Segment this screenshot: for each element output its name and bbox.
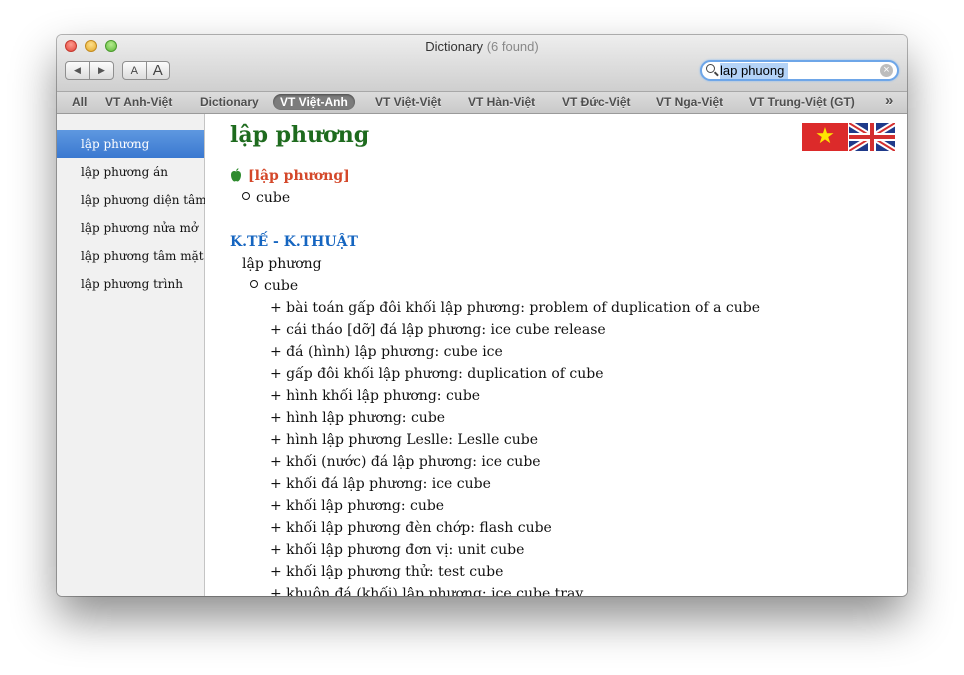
- example-item: + bài toán gấp đôi khối lập phương: prob…: [270, 300, 760, 316]
- sidebar-item-lap-phuong-dien-tam[interactable]: lập phương diện tâm: [57, 186, 207, 214]
- example-item: + gấp đôi khối lập phương: duplication o…: [270, 366, 604, 382]
- example-item: + đá (hình) lập phương: cube ice: [270, 344, 503, 360]
- example-item: + khối (nước) đá lập phương: ice cube: [270, 454, 541, 470]
- sidebar-item-lap-phuong-trinh[interactable]: lập phương trình: [57, 270, 204, 298]
- definition-pane: lập phương ★ [lập phương] cube K.TẾ - K.…: [205, 114, 907, 596]
- tab-vt-viet-anh[interactable]: VT Việt-Anh: [273, 94, 355, 110]
- window-title-app: Dictionary: [425, 39, 484, 54]
- window-title: Dictionary (6 found): [57, 39, 907, 54]
- tab-vt-viet-viet[interactable]: VT Việt-Việt: [375, 94, 441, 110]
- example-item: + hình khối lập phương: cube: [270, 388, 481, 404]
- sidebar-item-lap-phuong[interactable]: lập phương: [57, 130, 204, 158]
- example-item: + khối lập phương đèn chớp: flash cube: [270, 520, 552, 536]
- example-item: + khối lập phương: cube: [270, 498, 445, 514]
- tab-vt-trung-viet-gt[interactable]: VT Trung-Việt (GT): [749, 94, 855, 110]
- window-title-count: (6 found): [486, 39, 539, 54]
- example-item: + khối lập phương đơn vị: unit cube: [270, 542, 525, 558]
- sidebar-item-lap-phuong-nua-mo[interactable]: lập phương nửa mở: [57, 214, 204, 242]
- example-item: + hình lập phương Leslle: Leslle cube: [270, 432, 538, 448]
- tab-all[interactable]: All: [72, 94, 87, 110]
- tab-vt-han-viet[interactable]: VT Hàn-Việt: [468, 94, 535, 110]
- sidebar-item-lap-phuong-an[interactable]: lập phương án: [57, 158, 204, 186]
- forward-arrow-icon: ▶: [98, 65, 105, 75]
- vietnam-flag-icon: ★: [802, 123, 848, 151]
- tab-dictionary[interactable]: Dictionary: [200, 94, 259, 110]
- example-item: + cái tháo [dỡ] đá lập phương: ice cube …: [270, 322, 606, 338]
- example-item: + khối đá lập phương: ice cube: [270, 476, 491, 492]
- example-item: + khối lập phương thử: test cube: [270, 564, 504, 580]
- back-button[interactable]: ◀: [66, 62, 89, 79]
- search-field[interactable]: lap phuong ×: [700, 60, 899, 81]
- section-sense: cube: [250, 278, 298, 294]
- tab-vt-anh-viet[interactable]: VT Anh-Việt: [105, 94, 172, 110]
- sidebar-item-lap-phuong-tam-mat[interactable]: lập phương tâm mặt: [57, 242, 204, 270]
- tab-vt-nga-viet[interactable]: VT Nga-Việt: [656, 94, 723, 110]
- results-sidebar: lập phương lập phương án lập phương diện…: [57, 114, 207, 596]
- example-item: + khuôn đá (khối) lập phương: ice cube t…: [270, 586, 584, 596]
- search-input[interactable]: lap phuong: [720, 63, 789, 79]
- font-smaller-button[interactable]: A: [123, 62, 146, 79]
- font-larger-button[interactable]: A: [145, 62, 170, 79]
- dictionary-window: Dictionary (6 found) ◀ ▶ A A lap phuong …: [57, 35, 907, 596]
- entry-pronunciation: [lập phương]: [248, 168, 350, 184]
- flag-star-icon: ★: [815, 124, 835, 149]
- entry-headword: lập phương: [230, 122, 370, 148]
- tab-vt-duc-viet[interactable]: VT Đức-Việt: [562, 94, 630, 110]
- example-item: + hình lập phương: cube: [270, 410, 446, 426]
- section-sense-text: cube: [264, 278, 299, 294]
- uk-flag-icon: [849, 123, 895, 151]
- general-sense-text: cube: [256, 190, 291, 206]
- dictionary-tab-bar: All VT Anh-Việt Dictionary VT Việt-Anh V…: [57, 92, 907, 114]
- search-icon: [706, 64, 715, 73]
- more-tabs-icon[interactable]: »: [885, 93, 893, 109]
- clear-search-icon[interactable]: ×: [880, 64, 893, 77]
- circle-bullet-icon: [242, 192, 250, 200]
- back-forward-control: ◀ ▶: [65, 61, 114, 80]
- section-label: K.TẾ - K.THUẬT: [230, 234, 358, 250]
- general-sense: cube: [242, 190, 290, 206]
- title-bar: Dictionary (6 found) ◀ ▶ A A lap phuong …: [57, 35, 907, 92]
- apple-icon: [231, 168, 241, 182]
- back-arrow-icon: ◀: [74, 65, 81, 75]
- section-word: lập phương: [242, 256, 322, 272]
- circle-bullet-icon: [250, 280, 258, 288]
- font-larger-label: A: [152, 62, 163, 79]
- forward-button[interactable]: ▶: [89, 62, 113, 79]
- font-smaller-label: A: [130, 64, 138, 77]
- font-size-control: A A: [122, 61, 170, 80]
